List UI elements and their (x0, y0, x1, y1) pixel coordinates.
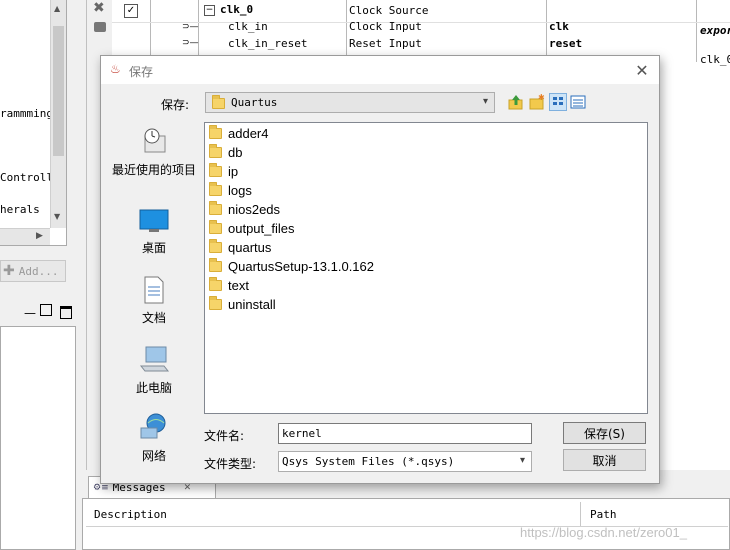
watermark: https://blog.csdn.net/zero01_ (520, 525, 687, 540)
hierarchy-panel (0, 300, 76, 550)
place-this-pc[interactable]: 此电脑 (111, 344, 197, 395)
scroll-up-icon[interactable]: ▲ (54, 4, 60, 13)
folder-icon (209, 258, 222, 272)
interface-name[interactable]: clk_in (228, 20, 268, 33)
desktop-icon (139, 209, 169, 232)
detach-icon[interactable] (40, 304, 52, 316)
minimize-icon[interactable]: — (24, 306, 36, 320)
clock-cell: clk_0 (700, 53, 730, 66)
component-description: Clock Source (349, 4, 429, 17)
file-type-label: 文件类型: (204, 457, 257, 471)
details-view-button[interactable] (569, 93, 587, 111)
edit-icon[interactable] (94, 22, 106, 32)
place-recent[interactable]: 最近使用的项目 (111, 126, 197, 177)
java-app-icon: ♨ (110, 62, 121, 76)
library-item[interactable]: rammming (0, 107, 53, 120)
chevron-down-icon: ▾ (482, 96, 488, 107)
up-folder-icon (508, 95, 523, 110)
file-name-input[interactable]: kernel (278, 423, 532, 444)
export-column-header: expor (700, 24, 730, 37)
messages-icon: ⚙≡ (93, 482, 109, 493)
dialog-title: 保存 (129, 65, 154, 79)
component-name[interactable]: clk_0 (220, 3, 253, 16)
list-item[interactable]: QuartusSetup-13.1.0.162 (209, 257, 374, 276)
places-bar: 最近使用的项目 桌面 文档 此电脑 网络 (111, 122, 197, 472)
place-documents[interactable]: 文档 (111, 276, 197, 325)
folder-icon (209, 182, 222, 196)
scroll-thumb[interactable] (53, 26, 64, 156)
remove-icon[interactable]: ✖ (93, 0, 105, 16)
list-view-button[interactable] (549, 93, 567, 111)
export-name[interactable]: reset (549, 37, 582, 50)
documents-icon (144, 276, 164, 304)
network-icon (140, 413, 166, 439)
folder-icon (209, 163, 222, 177)
recent-places-icon (144, 128, 166, 153)
folder-icon (209, 277, 222, 291)
dialog-titlebar[interactable]: ♨ 保存 ✕ (101, 56, 659, 84)
list-view-icon (553, 97, 563, 105)
folder-icon (212, 95, 225, 109)
folder-icon (209, 239, 222, 253)
list-item[interactable]: text (209, 276, 249, 295)
folder-icon (209, 296, 222, 310)
place-network[interactable]: 网络 (111, 412, 197, 463)
this-pc-icon (139, 346, 170, 372)
export-name[interactable]: clk (549, 20, 569, 33)
list-item[interactable]: db (209, 143, 242, 162)
plus-icon: ✚ (3, 263, 15, 279)
save-button[interactable]: 保存(S) (563, 422, 646, 444)
library-item[interactable]: herals (0, 203, 40, 216)
file-type-select[interactable]: Qsys System Files (*.qsys) ▾ (278, 451, 532, 472)
column-description[interactable]: Description (94, 508, 167, 521)
list-item[interactable]: nios2eds (209, 200, 280, 219)
interface-name[interactable]: clk_in_reset (228, 37, 307, 50)
interface-description: Clock Input (349, 20, 422, 33)
file-list[interactable]: adder4 db ip logs nios2eds output_files … (204, 122, 648, 414)
close-icon: ✕ (635, 60, 649, 80)
close-tab-icon[interactable]: ✕ (184, 483, 192, 493)
library-horizontal-scrollbar[interactable]: ▶ (0, 228, 50, 245)
use-checkbox[interactable]: ✓ (124, 4, 138, 18)
port-connector-icon: ⊃— (182, 38, 199, 48)
port-connector-icon: ⊃— (182, 22, 199, 32)
folder-icon (209, 201, 222, 215)
new-folder-button[interactable]: ✱ (528, 93, 546, 111)
new-folder-icon: ✱ (529, 93, 545, 110)
folder-icon (209, 144, 222, 158)
collapse-icon[interactable]: − (204, 5, 215, 16)
file-name-label: 文件名: (204, 429, 245, 443)
interface-description: Reset Input (349, 37, 422, 50)
close-button[interactable]: ✕ (631, 60, 653, 80)
library-vertical-scrollbar[interactable]: ▲ ▼ (50, 0, 66, 228)
save-in-dropdown[interactable]: Quartus ▾ (205, 92, 495, 113)
folder-icon (209, 125, 222, 139)
list-item[interactable]: uninstall (209, 295, 276, 314)
list-item[interactable]: quartus (209, 238, 271, 257)
save-dialog: ♨ 保存 ✕ 保存: Quartus ▾ ✱ 最近使用的项目 桌面 文档 此电脑… (100, 55, 660, 484)
column-path[interactable]: Path (590, 508, 617, 521)
maximize-icon[interactable] (60, 306, 72, 319)
scroll-down-icon[interactable]: ▼ (54, 212, 60, 221)
list-item[interactable]: output_files (209, 219, 295, 238)
details-view-icon (570, 95, 586, 109)
place-desktop[interactable]: 桌面 (111, 208, 197, 255)
messages-header: Description Path (86, 502, 728, 527)
save-in-label: 保存: (161, 98, 190, 112)
list-item[interactable]: logs (209, 181, 252, 200)
hierarchy-toolbar: — (0, 300, 76, 327)
list-item[interactable]: adder4 (209, 124, 268, 143)
svg-text:✱: ✱ (538, 93, 545, 102)
list-item[interactable]: ip (209, 162, 238, 181)
chevron-down-icon: ▾ (519, 455, 525, 466)
up-folder-button[interactable] (507, 93, 525, 111)
folder-icon (209, 220, 222, 234)
cancel-button[interactable]: 取消 (563, 449, 646, 471)
system-table-grid: ✓ − clk_0 Clock Source ⊃— clk_in Clock I… (112, 0, 730, 66)
scroll-right-icon[interactable]: ▶ (36, 231, 43, 241)
add-component-button[interactable]: ✚ Add... (0, 260, 66, 282)
